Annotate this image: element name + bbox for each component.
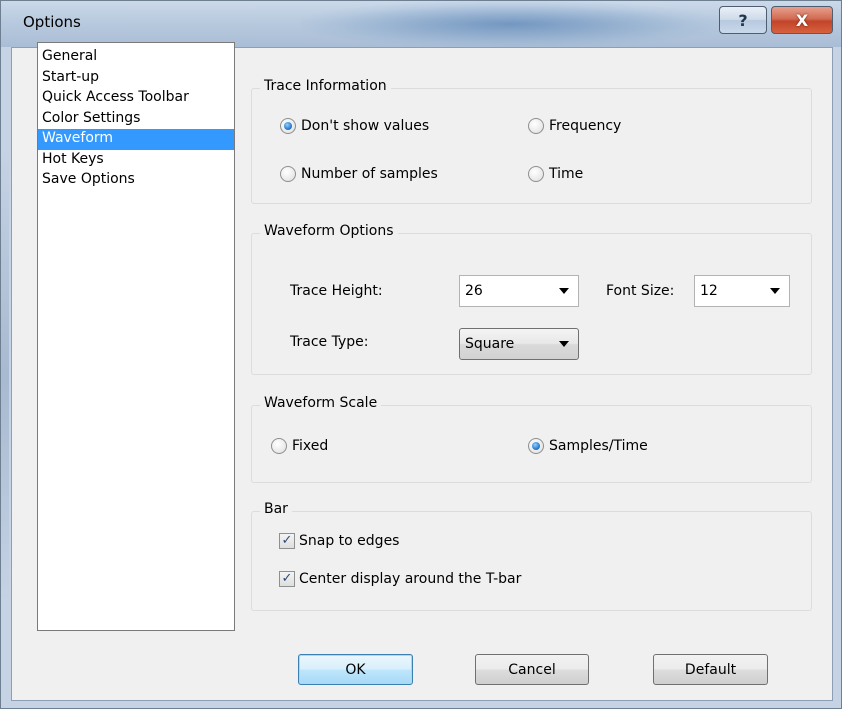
trace-height-label: Trace Height:: [290, 283, 383, 299]
radio-unselected-icon: [280, 166, 296, 182]
help-icon: ?: [738, 10, 748, 30]
checkbox-label: Center display around the T-bar: [299, 571, 522, 587]
group-title: Waveform Scale: [260, 395, 382, 411]
snap-to-edges-checkbox[interactable]: ✓ Snap to edges: [279, 533, 399, 549]
radio-time[interactable]: Time: [528, 166, 583, 182]
cancel-button[interactable]: Cancel: [475, 654, 589, 685]
button-label: OK: [345, 661, 366, 678]
checkmark-icon: ✓: [279, 533, 295, 549]
window-frame-accent: [1, 151, 9, 601]
radio-samples-time[interactable]: Samples/Time: [528, 438, 648, 454]
radio-label: Fixed: [292, 438, 329, 454]
group-title: Bar: [260, 501, 292, 517]
waveform-options-group: Waveform Options Trace Height: 26 Font S…: [251, 223, 812, 375]
trace-information-group: Trace Information Don't show values Freq…: [251, 78, 812, 204]
category-item-general[interactable]: General: [38, 47, 234, 68]
bar-group: Bar ✓ Snap to edges ✓ Center display aro…: [251, 501, 812, 611]
category-item-hot-keys[interactable]: Hot Keys: [38, 150, 234, 171]
close-button[interactable]: X: [771, 6, 833, 34]
radio-number-of-samples[interactable]: Number of samples: [280, 166, 438, 182]
font-size-dropdown[interactable]: 12: [694, 275, 790, 307]
radio-label: Don't show values: [301, 118, 430, 134]
button-label: Default: [684, 661, 737, 678]
chevron-down-icon: [559, 288, 569, 294]
title-bar[interactable]: Options ? X: [1, 1, 841, 47]
title-bar-glow: [301, 1, 721, 47]
trace-type-label: Trace Type:: [290, 334, 369, 350]
font-size-label: Font Size:: [606, 283, 675, 299]
options-dialog: Options ? X General Start-up Quick Acces…: [0, 0, 842, 709]
trace-type-dropdown[interactable]: Square: [459, 328, 579, 360]
radio-label: Number of samples: [301, 166, 438, 182]
category-item-waveform[interactable]: Waveform: [38, 129, 234, 150]
radio-selected-icon: [528, 438, 544, 454]
trace-type-value: Square: [465, 336, 515, 352]
group-title: Trace Information: [260, 78, 391, 94]
waveform-scale-group: Waveform Scale Fixed Samples/Time: [251, 395, 812, 483]
trace-height-value: 26: [465, 283, 483, 299]
radio-label: Samples/Time: [549, 438, 648, 454]
help-button[interactable]: ?: [719, 6, 767, 34]
font-size-value: 12: [700, 283, 718, 299]
checkmark-icon: ✓: [279, 571, 295, 587]
radio-label: Frequency: [549, 118, 622, 134]
radio-unselected-icon: [528, 166, 544, 182]
chevron-down-icon: [770, 288, 780, 294]
close-icon: X: [795, 10, 809, 30]
radio-label: Time: [549, 166, 584, 182]
button-label: Cancel: [508, 661, 556, 678]
category-list[interactable]: General Start-up Quick Access Toolbar Co…: [37, 42, 235, 631]
category-item-start-up[interactable]: Start-up: [38, 68, 234, 89]
radio-unselected-icon: [528, 118, 544, 134]
radio-fixed[interactable]: Fixed: [271, 438, 328, 454]
radio-selected-icon: [280, 118, 296, 134]
ok-button[interactable]: OK: [298, 654, 413, 685]
category-item-color-settings[interactable]: Color Settings: [38, 109, 234, 130]
category-item-quick-access-toolbar[interactable]: Quick Access Toolbar: [38, 88, 234, 109]
window-title: Options: [23, 13, 81, 31]
radio-dont-show-values[interactable]: Don't show values: [280, 118, 429, 134]
group-title: Waveform Options: [260, 223, 398, 239]
default-button[interactable]: Default: [653, 654, 768, 685]
center-display-checkbox[interactable]: ✓ Center display around the T-bar: [279, 571, 521, 587]
chevron-down-icon: [559, 341, 569, 347]
radio-frequency[interactable]: Frequency: [528, 118, 621, 134]
checkbox-label: Snap to edges: [299, 533, 400, 549]
radio-unselected-icon: [271, 438, 287, 454]
category-item-save-options[interactable]: Save Options: [38, 170, 234, 191]
trace-height-dropdown[interactable]: 26: [459, 275, 579, 307]
